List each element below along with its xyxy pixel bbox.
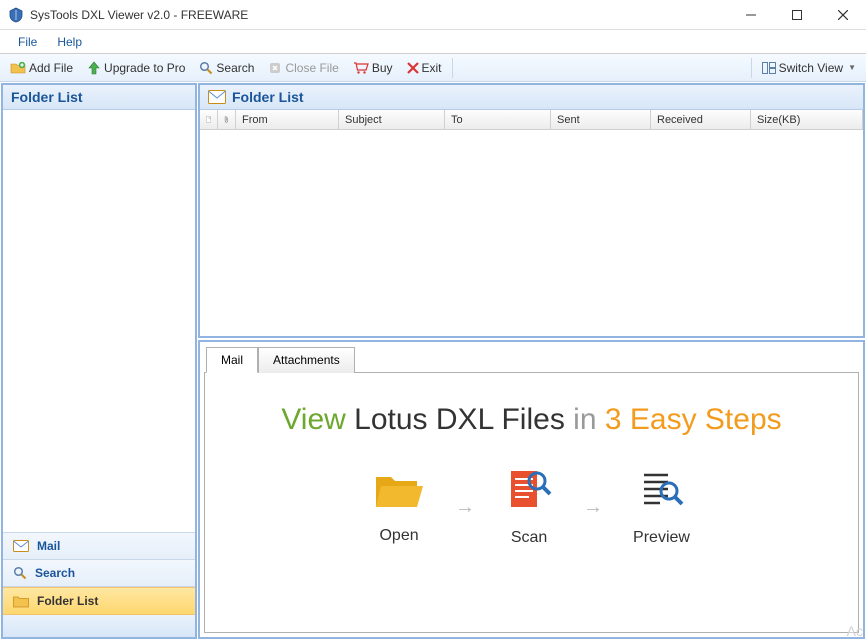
add-file-button[interactable]: Add File xyxy=(4,58,79,78)
step-preview: Preview xyxy=(633,467,690,547)
promo-steps: Open → Scan → Preview xyxy=(215,467,848,547)
nav-folder-list[interactable]: Folder List xyxy=(3,587,195,615)
nav-search-label: Search xyxy=(35,566,75,580)
search-label: Search xyxy=(216,61,254,75)
layout-icon xyxy=(762,62,776,74)
list-search-icon xyxy=(638,467,686,515)
exit-label: Exit xyxy=(422,61,442,75)
menu-bar: File Help xyxy=(0,30,866,54)
menu-help[interactable]: Help xyxy=(47,32,92,52)
folder-tree-panel: Folder List Mail Search Folder List xyxy=(1,83,197,639)
column-icon[interactable] xyxy=(200,110,218,129)
exit-button[interactable]: Exit xyxy=(401,59,448,77)
switch-view-label: Switch View xyxy=(779,61,843,75)
app-icon xyxy=(8,7,24,23)
promo-heading: View Lotus DXL Files in 3 Easy Steps xyxy=(281,403,781,437)
switch-view-button[interactable]: Switch View ▼ xyxy=(756,59,862,77)
close-file-icon xyxy=(268,61,282,75)
close-file-label: Close File xyxy=(285,61,338,75)
nav-search[interactable]: Search xyxy=(3,560,195,587)
cart-icon xyxy=(353,61,369,75)
column-headers: From Subject To Sent Received Size(KB) xyxy=(200,110,863,130)
maximize-button[interactable] xyxy=(774,0,820,30)
column-received[interactable]: Received xyxy=(651,110,751,129)
arrow-right-icon: → xyxy=(455,496,475,519)
toolbar: Add File Upgrade to Pro Search Close Fil… xyxy=(0,54,866,82)
window-title: SysTools DXL Viewer v2.0 - FREEWARE xyxy=(30,8,728,22)
nav-spacer xyxy=(3,615,195,637)
promo-word-4: 3 Easy Steps xyxy=(605,403,782,436)
promo-word-3: in xyxy=(573,403,596,436)
chevron-down-icon: ▼ xyxy=(848,63,856,72)
navigation-buttons: Mail Search Folder List xyxy=(3,532,195,637)
folder-add-icon xyxy=(10,60,26,76)
message-list-title: Folder List xyxy=(232,89,304,105)
minimize-button[interactable] xyxy=(728,0,774,30)
search-icon xyxy=(199,61,213,75)
message-list-panel: Folder List From Subject To Sent Receive… xyxy=(198,83,865,338)
watermark: Ac xyxy=(847,623,863,639)
promo-word-2: Lotus DXL Files xyxy=(354,403,565,436)
folder-icon xyxy=(13,595,29,608)
title-bar: SysTools DXL Viewer v2.0 - FREEWARE xyxy=(0,0,866,30)
column-subject[interactable]: Subject xyxy=(339,110,445,129)
column-from[interactable]: From xyxy=(236,110,339,129)
step-scan: Scan xyxy=(505,467,553,547)
search-icon xyxy=(13,566,27,580)
x-icon xyxy=(407,62,419,74)
toolbar-separator xyxy=(751,58,752,78)
message-list-header: Folder List xyxy=(200,85,863,110)
column-size[interactable]: Size(KB) xyxy=(751,110,863,129)
step-open: Open xyxy=(373,469,425,545)
message-list-body[interactable] xyxy=(200,130,863,336)
preview-tabs: Mail Attachments xyxy=(206,346,859,372)
nav-mail[interactable]: Mail xyxy=(3,533,195,560)
promo-word-1: View xyxy=(281,403,345,436)
step-open-label: Open xyxy=(379,527,418,545)
close-file-button: Close File xyxy=(262,59,344,77)
tab-attachments[interactable]: Attachments xyxy=(258,347,355,373)
column-attachment[interactable] xyxy=(218,110,236,129)
arrow-up-icon xyxy=(87,61,101,75)
upgrade-label: Upgrade to Pro xyxy=(104,61,185,75)
mail-icon xyxy=(13,540,29,552)
search-button[interactable]: Search xyxy=(193,59,260,77)
toolbar-separator xyxy=(452,58,453,78)
close-button[interactable] xyxy=(820,0,866,30)
buy-button[interactable]: Buy xyxy=(347,59,399,77)
preview-panel: Mail Attachments View Lotus DXL Files in… xyxy=(198,340,865,639)
folder-tree[interactable] xyxy=(3,110,195,532)
main-content: Folder List Mail Search Folder List Fold xyxy=(0,82,866,640)
mail-icon xyxy=(208,90,226,104)
window-controls xyxy=(728,0,866,29)
document-search-icon xyxy=(505,467,553,515)
tab-mail[interactable]: Mail xyxy=(206,347,258,373)
arrow-right-icon: → xyxy=(583,496,603,519)
nav-mail-label: Mail xyxy=(37,539,60,553)
column-sent[interactable]: Sent xyxy=(551,110,651,129)
add-file-label: Add File xyxy=(29,61,73,75)
step-scan-label: Scan xyxy=(511,529,547,547)
folder-tree-header: Folder List xyxy=(3,85,195,110)
column-to[interactable]: To xyxy=(445,110,551,129)
preview-content: View Lotus DXL Files in 3 Easy Steps Ope… xyxy=(204,372,859,633)
buy-label: Buy xyxy=(372,61,393,75)
right-panel: Folder List From Subject To Sent Receive… xyxy=(198,83,865,639)
nav-folder-list-label: Folder List xyxy=(37,594,98,608)
menu-file[interactable]: File xyxy=(8,32,47,52)
folder-open-icon xyxy=(373,469,425,513)
step-preview-label: Preview xyxy=(633,529,690,547)
upgrade-button[interactable]: Upgrade to Pro xyxy=(81,59,191,77)
